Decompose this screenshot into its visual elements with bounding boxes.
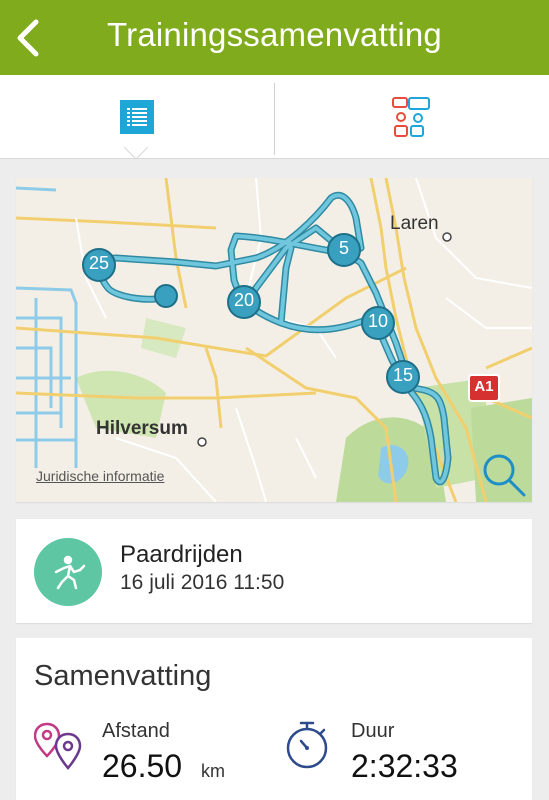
map-zoom-button[interactable] xyxy=(480,451,528,499)
km-marker-15: 15 xyxy=(392,365,414,385)
route-start-point xyxy=(154,284,178,308)
activity-date: 16 juli 2016 11:50 xyxy=(120,571,285,594)
location-pins-icon xyxy=(34,722,82,770)
selected-tab-pointer xyxy=(124,147,148,160)
activity-card[interactable]: Paardrijden 16 juli 2016 11:50 xyxy=(16,519,532,623)
horse-riding-icon xyxy=(54,555,86,590)
lap-flow-icon xyxy=(392,97,430,137)
list-icon xyxy=(120,100,154,134)
page-title: Trainingssamenvatting xyxy=(107,16,442,53)
map-place-laren: Laren xyxy=(390,213,439,234)
view-tabs xyxy=(0,75,549,159)
distance-label: Afstand xyxy=(102,720,170,742)
map-place-hilversum: Hilversum xyxy=(96,418,188,439)
km-marker-5: 5 xyxy=(338,238,349,258)
sport-badge xyxy=(34,538,102,606)
tab-laps[interactable] xyxy=(275,75,549,159)
stopwatch-icon xyxy=(286,721,328,769)
magnifier-icon xyxy=(483,454,526,497)
route-map[interactable]: 25 20 5 10 15 Laren Hilversum A1 Juridis… xyxy=(16,178,532,502)
km-marker-10: 10 xyxy=(367,311,389,331)
summary-card: Samenvatting Afstand 26.50 km Duur 2:32:… xyxy=(16,638,532,800)
activity-sport: Paardrijden xyxy=(120,541,243,568)
distance-value: 26.50 xyxy=(102,748,183,784)
duration-label: Duur xyxy=(351,720,395,742)
highway-sign-a1: A1 xyxy=(474,378,494,395)
map-background xyxy=(16,178,532,502)
legal-info-link[interactable]: Juridische informatie xyxy=(36,468,164,484)
duration-value: 2:32:33 xyxy=(351,748,458,784)
km-marker-20: 20 xyxy=(233,290,255,310)
distance-unit: km xyxy=(201,761,225,781)
km-marker-25: 25 xyxy=(88,253,110,273)
app-header: Trainingssamenvatting xyxy=(0,0,549,75)
summary-title: Samenvatting xyxy=(34,660,212,692)
